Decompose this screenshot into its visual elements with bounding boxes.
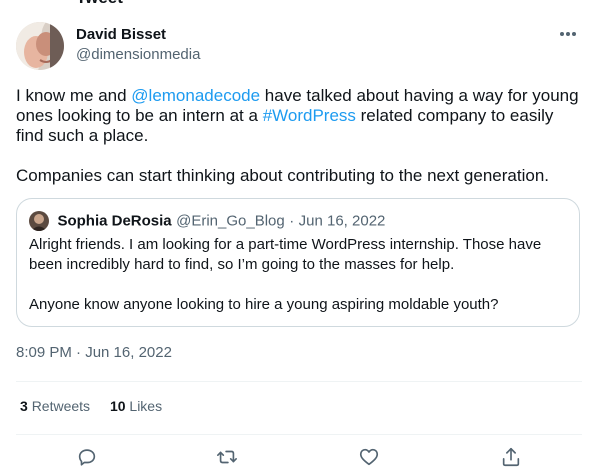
quoted-paragraph-2: Anyone know anyone looking to hire a you…	[29, 296, 499, 313]
quoted-date: Jun 16, 2022	[298, 212, 386, 230]
tweet-paragraph-2: Companies can start thinking about contr…	[16, 166, 550, 185]
retweets-stat[interactable]: 3 Retweets	[20, 398, 90, 414]
likes-stat[interactable]: 10 Likes	[110, 398, 162, 414]
tweet-timestamp[interactable]: 8:09 PM · Jun 16, 2022	[16, 344, 172, 361]
quoted-separator: ·	[289, 212, 295, 230]
quoted-tweet-header: Sophia DeRosia @Erin_Go_Blog · Jun 16, 2…	[29, 211, 385, 231]
tweet-body: I know me and @lemonadecode have talked …	[16, 86, 582, 186]
divider	[16, 434, 582, 435]
quoted-tweet-body: Alright friends. I am looking for a part…	[29, 235, 565, 315]
divider	[16, 381, 582, 382]
tweet-paragraph-1: I know me and @lemonadecode have talked …	[16, 86, 579, 145]
tweet-actions	[16, 444, 582, 472]
like-icon[interactable]	[358, 446, 382, 470]
mention-link[interactable]: @lemonadecode	[131, 86, 260, 105]
hashtag-link[interactable]: #WordPress	[263, 106, 356, 125]
header-title-cropped: Tweet	[76, 0, 123, 8]
quoted-author-name: Sophia DeRosia	[57, 212, 172, 230]
share-icon[interactable]	[500, 446, 524, 470]
quoted-paragraph-1: Alright friends. I am looking for a part…	[29, 236, 542, 273]
author-handle[interactable]: @dimensionmedia	[76, 45, 200, 65]
quoted-author-avatar	[29, 211, 49, 231]
retweet-icon[interactable]	[216, 446, 240, 470]
tweet-stats: 3 Retweets 10 Likes	[20, 398, 178, 414]
author-avatar[interactable]	[16, 22, 64, 70]
quoted-tweet[interactable]: Sophia DeRosia @Erin_Go_Blog · Jun 16, 2…	[16, 198, 580, 327]
quoted-author-handle: @Erin_Go_Blog	[176, 212, 285, 230]
reply-icon[interactable]	[76, 446, 100, 470]
tweet-header: David Bisset @dimensionmedia	[16, 22, 582, 70]
author-name[interactable]: David Bisset	[76, 26, 200, 44]
more-icon[interactable]	[556, 26, 580, 42]
